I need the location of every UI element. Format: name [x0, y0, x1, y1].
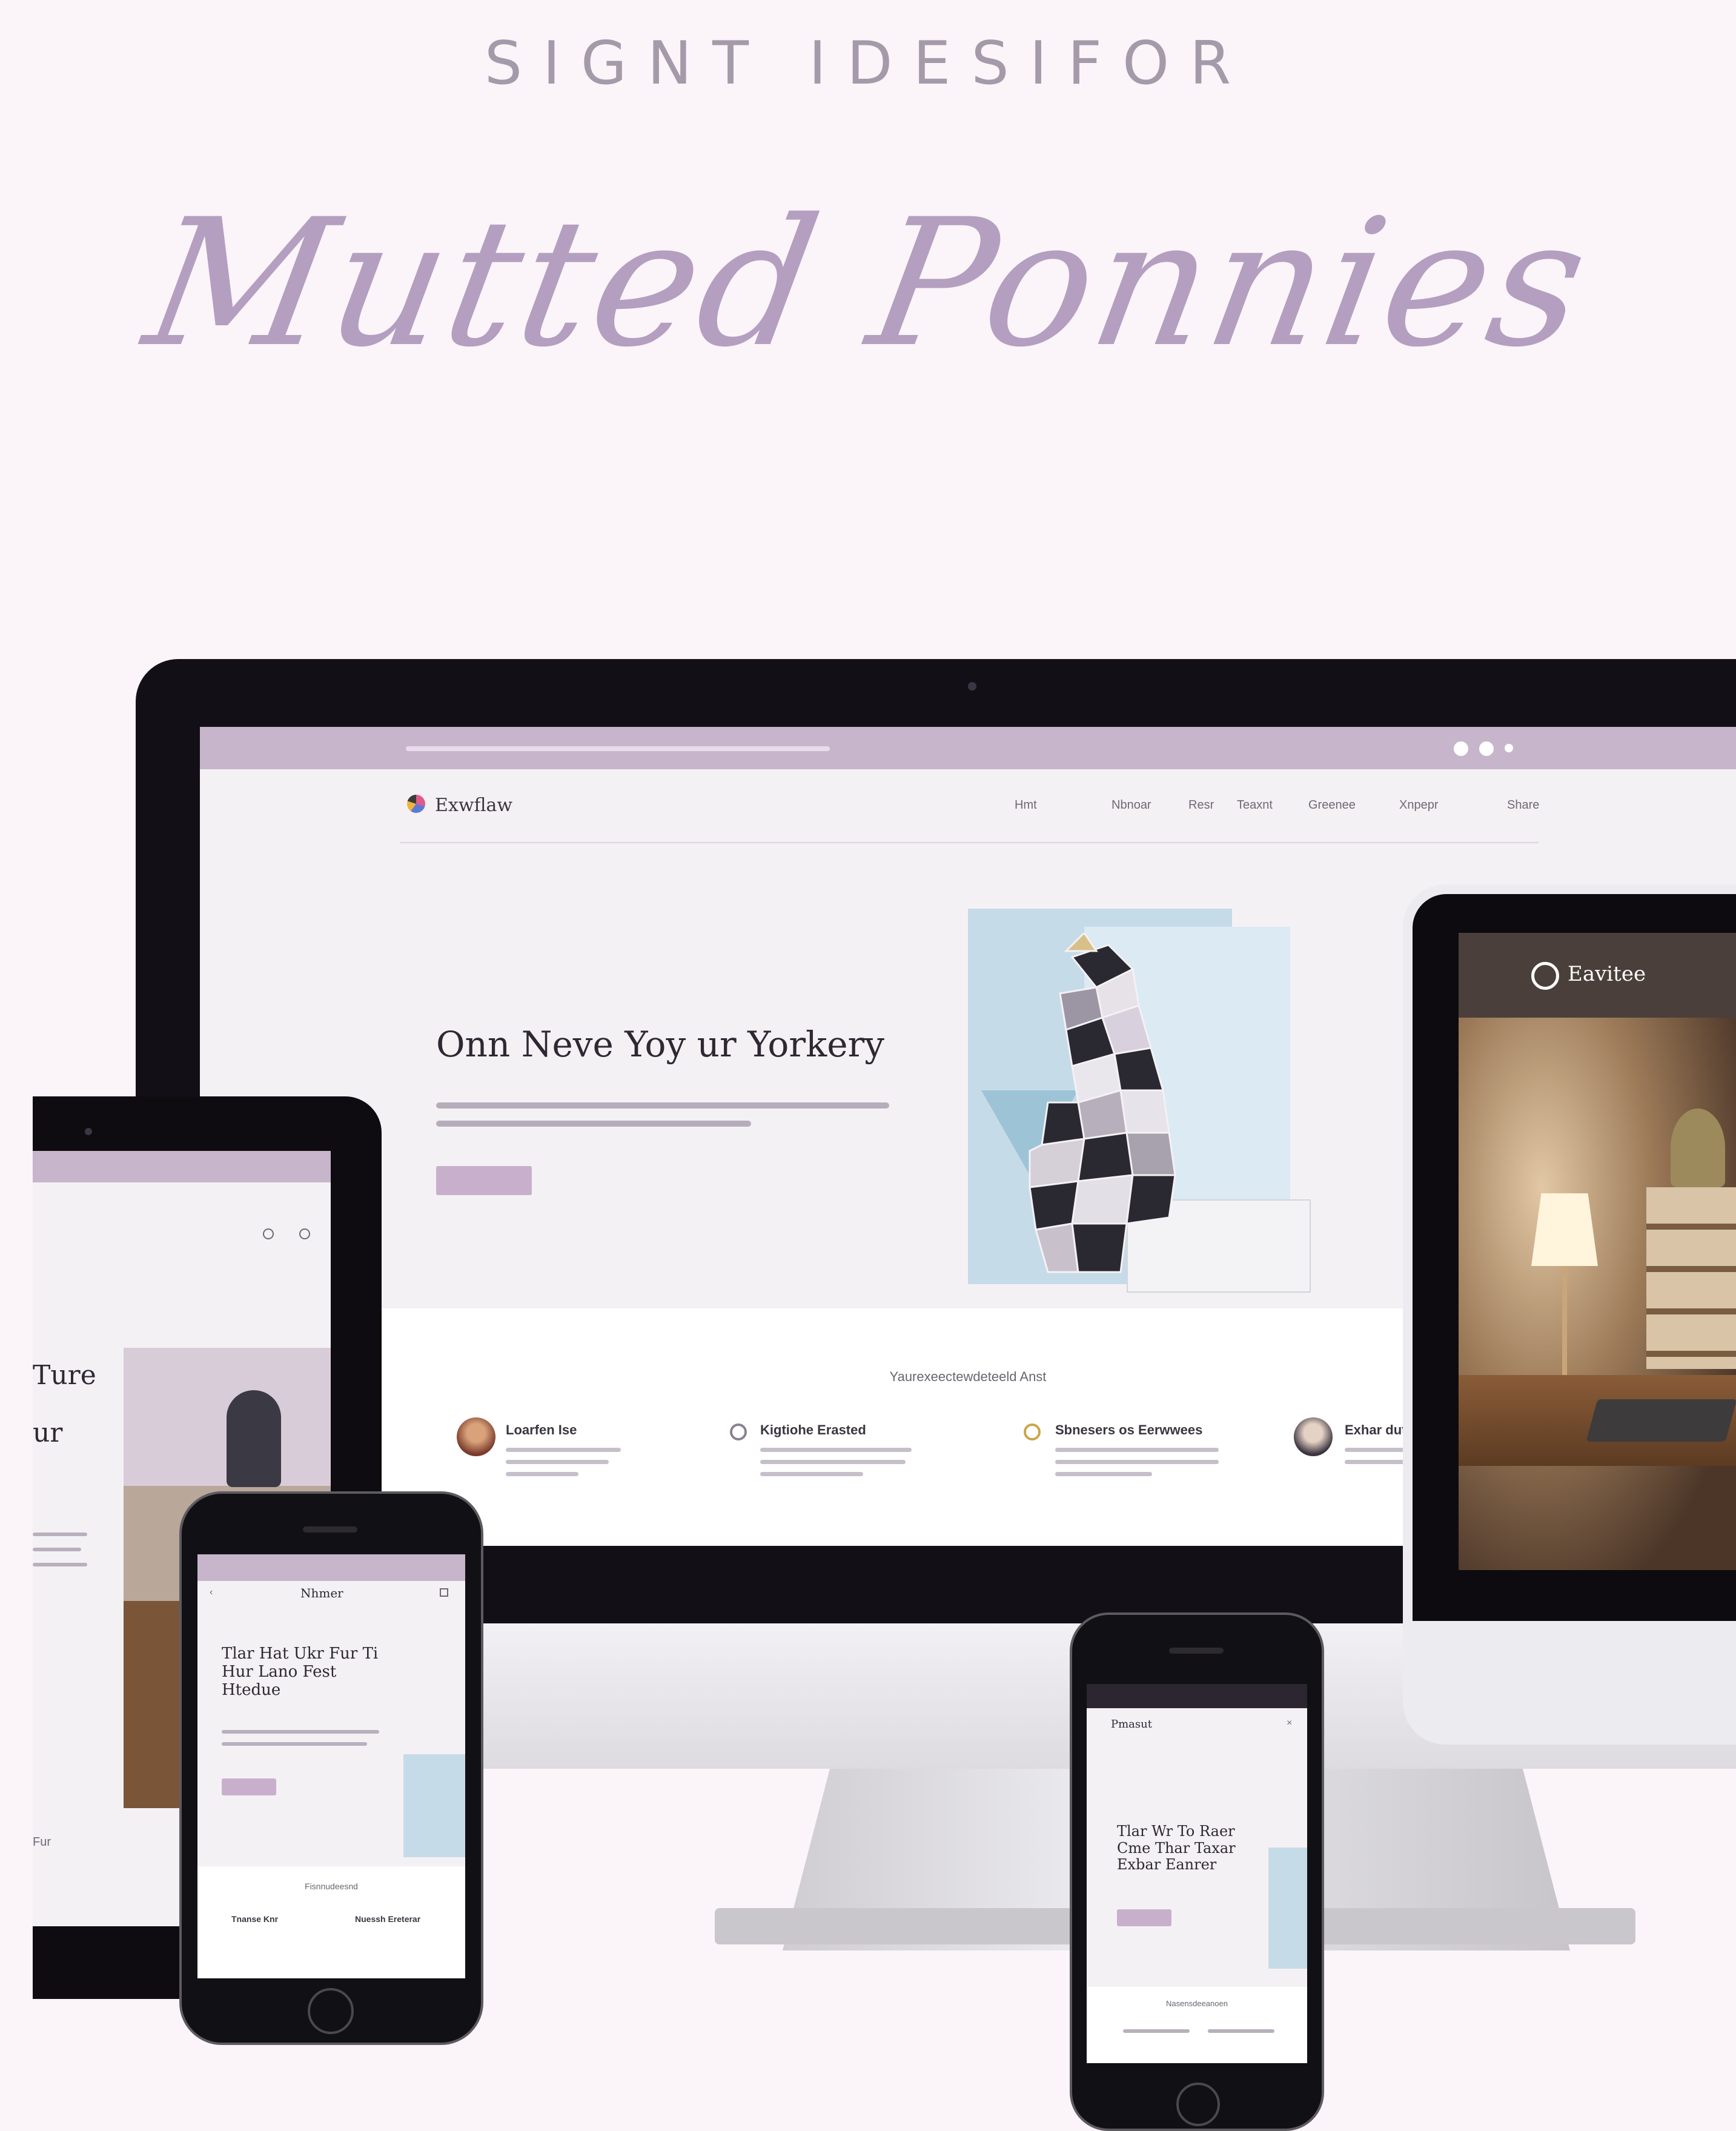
chat-icon[interactable]	[1479, 741, 1494, 756]
heart-icon[interactable]	[1454, 741, 1468, 756]
feature-text-line	[1055, 1448, 1219, 1452]
nav-divider	[400, 842, 1539, 843]
phone-features	[1087, 1987, 1307, 2063]
phone-hero-title: Tlar Wr To Raer Cme Thar Taxar Exbar Ean…	[1117, 1823, 1236, 1874]
phone-section-heading: Nasensdeeanoen	[1166, 1999, 1228, 2008]
phone-text-line	[222, 1742, 367, 1746]
tablet-hero-text-2: ur	[33, 1417, 63, 1448]
feature-text-line	[506, 1460, 609, 1464]
lamp-image	[1531, 1193, 1598, 1266]
laptop-image	[1586, 1399, 1736, 1442]
logo-icon[interactable]	[407, 795, 425, 813]
menu-icon[interactable]	[1505, 744, 1513, 752]
back-icon[interactable]: ‹	[210, 1587, 213, 1598]
feature-text-line	[1055, 1472, 1152, 1476]
nav-item-1[interactable]: Hmt	[1015, 798, 1037, 812]
tablet-footer-text: Fur	[33, 1835, 51, 1849]
feature-text-line	[506, 1472, 578, 1476]
lemur-illustration	[1029, 933, 1176, 1273]
feature-title-2: Kigtiohe Erasted	[760, 1422, 866, 1437]
phone-speaker	[303, 1526, 357, 1533]
nav-item-6[interactable]: Xnpepr	[1399, 798, 1439, 812]
tablet-text-line	[33, 1533, 87, 1536]
nav-item-3[interactable]: Resr	[1188, 798, 1214, 812]
ring-icon	[730, 1423, 747, 1440]
tablet-text-line	[33, 1563, 87, 1566]
phone-section-heading: Fisnnudeesnd	[305, 1881, 358, 1891]
script-title: Mutted Ponnies	[133, 182, 1603, 386]
phone-hero-art	[1268, 1848, 1307, 1969]
feature-text-line	[760, 1448, 912, 1452]
cart-icon[interactable]	[299, 1228, 310, 1239]
phone-text-line	[1208, 2029, 1274, 2033]
feature-text-line	[760, 1472, 863, 1476]
phone-brand[interactable]: Pmasut	[1111, 1718, 1152, 1731]
feature-title-1: Loarfen Ise	[506, 1422, 577, 1437]
feature-title-3: Sbnesers os Eerwwees	[1055, 1422, 1203, 1437]
phone-feature-2: Nuessh Ereterar	[355, 1914, 421, 1924]
nav-item-4[interactable]: Teaxnt	[1237, 798, 1273, 812]
shelf-image	[1646, 1187, 1736, 1369]
right-phone-screen: Pmasut × Tlar Wr To Raer Cme Thar Taxar …	[1087, 1684, 1307, 2063]
phone-feature-1: Tnanse Knr	[231, 1914, 279, 1924]
topbar-url	[406, 746, 830, 751]
avatar	[457, 1417, 495, 1456]
plant-image	[1671, 1109, 1725, 1187]
feature-text-line	[1345, 1448, 1411, 1452]
avatar	[1294, 1417, 1333, 1456]
phone-cta-button[interactable]	[222, 1778, 276, 1795]
camera-icon	[85, 1128, 92, 1135]
feature-text-line	[1055, 1460, 1219, 1464]
nav-item-7[interactable]: Share	[1507, 798, 1539, 812]
browser-topbar	[200, 727, 1736, 769]
feature-title-4: Exhar dut	[1345, 1422, 1406, 1437]
share-icon[interactable]	[440, 1588, 448, 1597]
site-brand[interactable]: Exwflaw	[435, 795, 512, 816]
hero-cta-button[interactable]	[436, 1166, 532, 1195]
phone-hero-title: Tlar Hat Ukr Fur Ti Hur Lano Fest Htedue	[222, 1645, 379, 1699]
tablet-topbar	[33, 1151, 331, 1182]
phone-hero-art	[403, 1754, 465, 1857]
close-icon[interactable]: ×	[1287, 1718, 1292, 1729]
person-image	[227, 1390, 281, 1487]
tablet-hero-text-1: Ture	[33, 1360, 96, 1391]
nav-item-2[interactable]: Nbnoar	[1112, 798, 1151, 812]
feature-text-line	[506, 1448, 621, 1452]
tablet-brand[interactable]: Eavitee	[1568, 962, 1646, 986]
search-icon[interactable]	[263, 1228, 274, 1239]
lamp-stem	[1562, 1266, 1567, 1387]
logo-icon[interactable]	[1531, 962, 1559, 990]
home-button[interactable]	[308, 1988, 354, 2034]
hero-text-line	[436, 1102, 889, 1109]
camera-icon	[968, 682, 976, 691]
top-heading: SIGNT IDESIFOR	[484, 29, 1252, 98]
phone-cta-button[interactable]	[1117, 1909, 1171, 1926]
phone-topbar	[197, 1554, 465, 1581]
feature-text-line	[760, 1460, 906, 1464]
hero-text-line	[436, 1121, 751, 1127]
phone-text-line	[222, 1730, 379, 1734]
hero-title: Onn Neve Yoy ur Yorkery	[436, 1024, 885, 1065]
left-phone-screen: ‹ Nhmer Tlar Hat Ukr Fur Ti Hur Lano Fes…	[197, 1554, 465, 1978]
phone-brand[interactable]: Nhmer	[300, 1586, 343, 1600]
nav-item-5[interactable]: Greenee	[1308, 798, 1356, 812]
home-button[interactable]	[1176, 2083, 1220, 2126]
feature-text-line	[1345, 1460, 1411, 1464]
phone-text-line	[1123, 2029, 1190, 2033]
star-icon	[1024, 1423, 1041, 1440]
phone-speaker	[1169, 1648, 1224, 1654]
site-nav	[200, 769, 1736, 854]
phone-topbar	[1087, 1684, 1307, 1708]
tablet-text-line	[33, 1548, 81, 1551]
right-tablet-screen: Eavitee	[1459, 933, 1736, 1570]
